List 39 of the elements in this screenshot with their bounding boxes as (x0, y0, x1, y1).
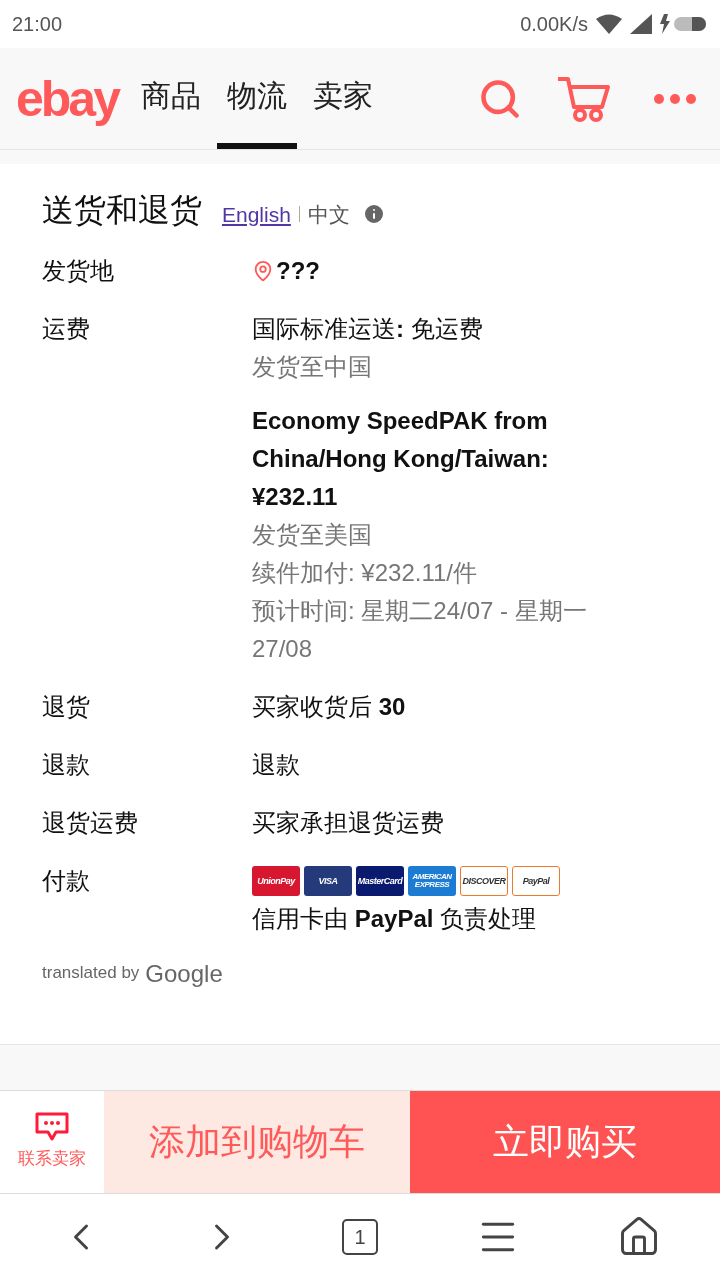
payment-logo: PayPal (512, 866, 560, 896)
row-value: 续件加付: ¥232.11/件 (252, 558, 477, 588)
nav-tab[interactable]: 卖家 (302, 48, 383, 149)
language-link[interactable]: English (222, 198, 291, 230)
row-value: 买家收货后 30 (252, 692, 406, 722)
translation-credit: translated by Google (42, 960, 224, 986)
payment-logo: UnionPay (252, 866, 300, 896)
row-value: 国际标准运送: 免运费 (252, 314, 483, 344)
chat-bubble-icon (34, 1111, 70, 1142)
payment-logo: AMERICAN EXPRESS (408, 866, 456, 896)
payment-logo: VISA (304, 866, 352, 896)
payment-logo: MasterCard (356, 866, 404, 896)
row-label: 退款 (42, 750, 91, 780)
location-pin-icon (252, 260, 274, 282)
row-value: 买家承担退货运费 (252, 808, 444, 838)
row-value: 信用卡由 PayPal 负责处理 (252, 904, 537, 934)
nav-tab[interactable]: 商品 (130, 48, 211, 149)
tab-count-button[interactable]: 1 (342, 1218, 378, 1255)
status-time: 21:00 (12, 12, 63, 37)
battery-icon (660, 14, 708, 34)
section-title: 送货和退货 (42, 191, 202, 230)
more-icon[interactable] (654, 93, 696, 104)
row-value: ??? (276, 256, 320, 286)
language-link[interactable]: 中文 (307, 198, 350, 230)
row-label: 发货地 (42, 256, 115, 286)
row-label: 退货运费 (42, 808, 139, 838)
row-value: 预计时间: 星期二24/07 - 星期一27/08 (252, 596, 588, 664)
row-value: 发货至中国 (252, 352, 372, 382)
row-value: Economy SpeedPAK from China/Hong Kong/Taiwan: ¥232.11 (252, 406, 550, 512)
row-value: 退款 (252, 750, 300, 780)
wifi-icon (596, 14, 622, 34)
row-value: 发货至美国 (252, 520, 372, 550)
signal-icon (630, 14, 652, 34)
network-speed: 0.00K/s (520, 12, 588, 37)
row-label: 退货 (42, 692, 91, 722)
payment-logo: DISCOVER (460, 866, 508, 896)
cart-icon[interactable] (556, 74, 612, 123)
row-label: 运费 (42, 314, 91, 344)
row-label: 付款 (42, 866, 91, 896)
